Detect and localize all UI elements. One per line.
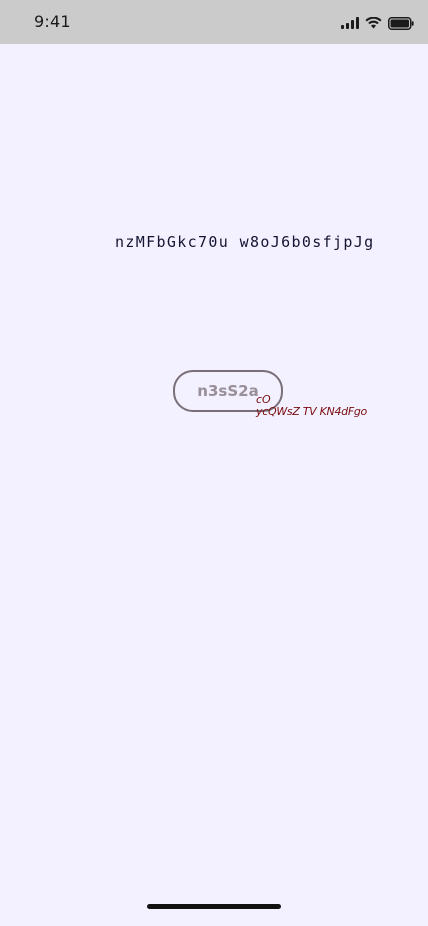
wifi-icon <box>365 17 382 29</box>
code-text: nzMFbGkc70u w8oJ6b0sfjpJg <box>115 233 375 251</box>
battery-icon <box>388 16 414 30</box>
note-text: cO ycQWsZ TV KN4dFgo <box>256 394 367 418</box>
status-icons <box>341 14 414 32</box>
status-time: 9:41 <box>34 12 71 31</box>
status-bar: 9:41 <box>0 0 428 44</box>
note-line-2: ycQWsZ TV KN4dFgo <box>256 405 367 418</box>
signal-icon <box>341 17 359 29</box>
home-indicator[interactable] <box>147 904 281 909</box>
